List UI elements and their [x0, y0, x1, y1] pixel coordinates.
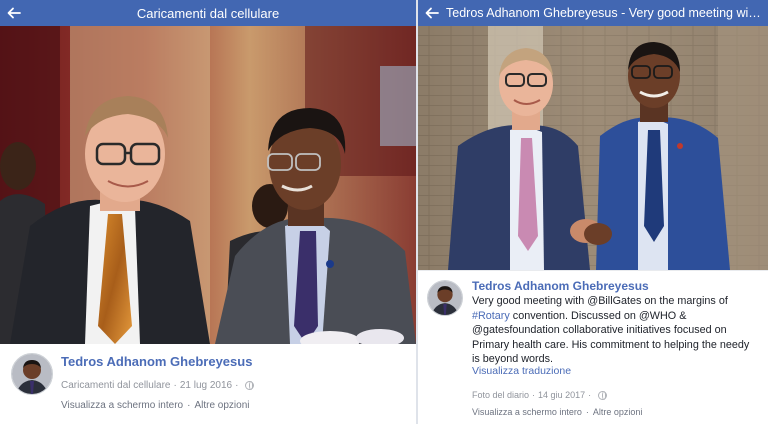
- left-photo[interactable]: [0, 26, 416, 344]
- more-options-link[interactable]: Altre opzioni: [593, 407, 643, 417]
- post-text-part: convention. Discussed on @WHO & @gatesfo…: [472, 309, 750, 366]
- post-text-part: Very good meeting with @BillGates on the…: [472, 295, 728, 307]
- post-author-link[interactable]: Tedros Adhanom Ghebreyesus: [61, 354, 252, 369]
- action-separator: ·: [187, 400, 191, 411]
- back-arrow-icon[interactable]: [0, 0, 28, 26]
- back-arrow-icon[interactable]: [418, 0, 446, 26]
- left-header-title: Caricamenti dal cellulare: [136, 5, 280, 21]
- left-post-info: Tedros Adhanom Ghebreyesus Caricamenti d…: [0, 344, 416, 424]
- right-photo-viewer: Tedros Adhanom Ghebreyesus - Very good m…: [418, 0, 768, 424]
- right-header-bar: Tedros Adhanom Ghebreyesus - Very good m…: [418, 0, 768, 26]
- right-header-title: Tedros Adhanom Ghebreyesus - Very good m…: [446, 6, 768, 20]
- fullscreen-link[interactable]: Visualizza a schermo intero: [472, 407, 582, 417]
- right-photo[interactable]: [418, 26, 768, 270]
- meta-separator: ·: [588, 390, 592, 400]
- meta-separator: ·: [235, 380, 239, 391]
- post-date[interactable]: 14 giu 2017: [538, 390, 585, 400]
- left-photo-viewer: Caricamenti dal cellulare Tedros Adhanom…: [0, 0, 416, 424]
- post-actions: Visualizza a schermo intero · Altre opzi…: [472, 407, 642, 417]
- meta-separator: ·: [532, 390, 536, 400]
- hashtag-link[interactable]: #Rotary: [472, 310, 510, 322]
- post-meta: Caricamenti dal cellulare · 21 lug 2016 …: [61, 380, 255, 391]
- more-options-link[interactable]: Altre opzioni: [194, 400, 249, 411]
- fullscreen-link[interactable]: Visualizza a schermo intero: [61, 400, 183, 411]
- album-link[interactable]: Caricamenti dal cellulare: [61, 380, 171, 391]
- post-actions: Visualizza a schermo intero · Altre opzi…: [61, 400, 249, 411]
- globe-icon: [598, 390, 608, 400]
- author-avatar[interactable]: [11, 353, 53, 395]
- post-meta: Foto del diario · 14 giu 2017 ·: [472, 390, 608, 400]
- post-text: Very good meeting with @BillGates on the…: [472, 294, 760, 367]
- globe-icon: [245, 381, 255, 390]
- author-avatar[interactable]: [427, 280, 463, 316]
- right-post-info: Tedros Adhanom Ghebreyesus Very good mee…: [418, 270, 768, 424]
- translate-link[interactable]: Visualizza traduzione: [472, 365, 571, 377]
- album-link[interactable]: Foto del diario: [472, 390, 529, 400]
- post-date[interactable]: 21 lug 2016: [180, 380, 232, 391]
- post-author-link[interactable]: Tedros Adhanom Ghebreyesus: [472, 279, 649, 293]
- action-separator: ·: [585, 407, 589, 417]
- meta-separator: ·: [173, 380, 177, 391]
- left-header-bar: Caricamenti dal cellulare: [0, 0, 416, 26]
